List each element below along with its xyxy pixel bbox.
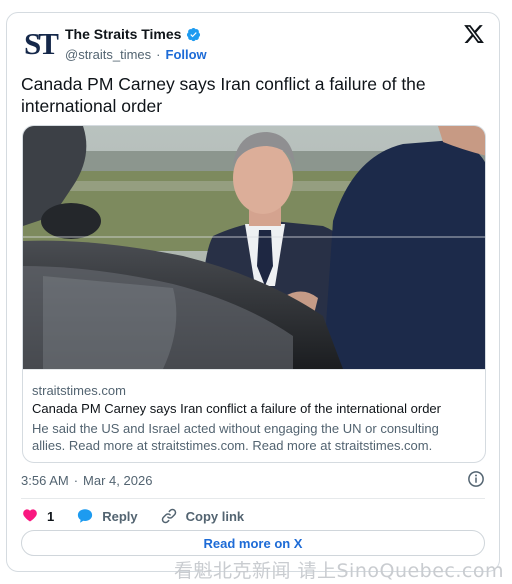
timestamp-separator: · xyxy=(73,473,79,488)
reply-button[interactable]: Reply xyxy=(76,507,138,525)
link-title: Canada PM Carney says Iran conflict a fa… xyxy=(32,401,441,416)
avatar[interactable]: ST xyxy=(21,25,59,63)
read-more-button[interactable]: Read more on X xyxy=(21,530,485,556)
link-card-text[interactable]: straitstimes.com Canada PM Carney says I… xyxy=(23,369,485,462)
author-name[interactable]: The Straits Times xyxy=(65,26,181,42)
article-photo[interactable] xyxy=(23,126,486,369)
link-preview-card[interactable]: straitstimes.com Canada PM Carney says I… xyxy=(22,125,486,463)
action-bar: 1 Reply Copy link xyxy=(21,507,266,525)
reply-bubble-icon xyxy=(78,509,93,523)
reply-label: Reply xyxy=(102,508,138,524)
link-icon xyxy=(161,508,176,524)
tweet-text: Canada PM Carney says Iran conflict a fa… xyxy=(21,74,426,116)
like-count: 1 xyxy=(47,508,55,524)
copy-link-button[interactable]: Copy link xyxy=(160,507,245,525)
divider xyxy=(21,498,485,499)
author-name-row: The Straits Times xyxy=(65,26,201,42)
tweet-card: ST The Straits Times @straits_times · Fo… xyxy=(6,12,500,572)
tweet-timestamp[interactable]: 3:56 AM · Mar 4, 2026 xyxy=(21,473,152,488)
link-domain: straitstimes.com xyxy=(32,383,126,398)
info-icon[interactable] xyxy=(467,470,485,488)
heart-icon xyxy=(23,509,37,522)
handle-row: @straits_times · Follow xyxy=(65,47,207,62)
verified-badge-icon xyxy=(187,27,201,41)
separator-dot: · xyxy=(156,47,161,62)
like-button[interactable]: 1 xyxy=(21,507,54,525)
watermark: 看魁北克新闻 请上SinoQuebec.com xyxy=(173,560,504,582)
x-logo-icon[interactable] xyxy=(463,23,485,45)
author-handle[interactable]: @straits_times xyxy=(65,47,151,62)
tweet-time[interactable]: 3:56 AM xyxy=(21,473,69,488)
tweet-date[interactable]: Mar 4, 2026 xyxy=(83,473,152,488)
link-description: He said the US and Israel acted without … xyxy=(32,421,439,453)
copy-link-label: Copy link xyxy=(185,508,245,524)
follow-button[interactable]: Follow xyxy=(166,47,207,62)
